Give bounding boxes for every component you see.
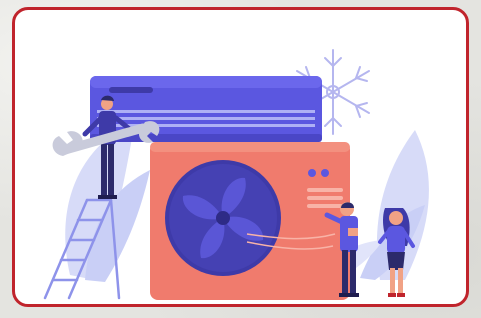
indoor-unit-vent-1 bbox=[97, 110, 315, 113]
indoor-unit-vent-2 bbox=[97, 117, 315, 120]
outdoor-unit-grille-2 bbox=[307, 196, 343, 200]
outdoor-ac-unit bbox=[150, 142, 350, 300]
fan-icon bbox=[165, 160, 281, 276]
outdoor-unit-indicator-2 bbox=[321, 169, 329, 177]
illustration-card bbox=[12, 7, 469, 307]
indoor-unit-display bbox=[109, 87, 153, 93]
ac-repair-illustration bbox=[43, 49, 429, 300]
outdoor-unit-indicator-1 bbox=[308, 169, 316, 177]
outdoor-unit-grille-3 bbox=[307, 204, 343, 208]
outdoor-unit-grille-1 bbox=[307, 188, 343, 192]
